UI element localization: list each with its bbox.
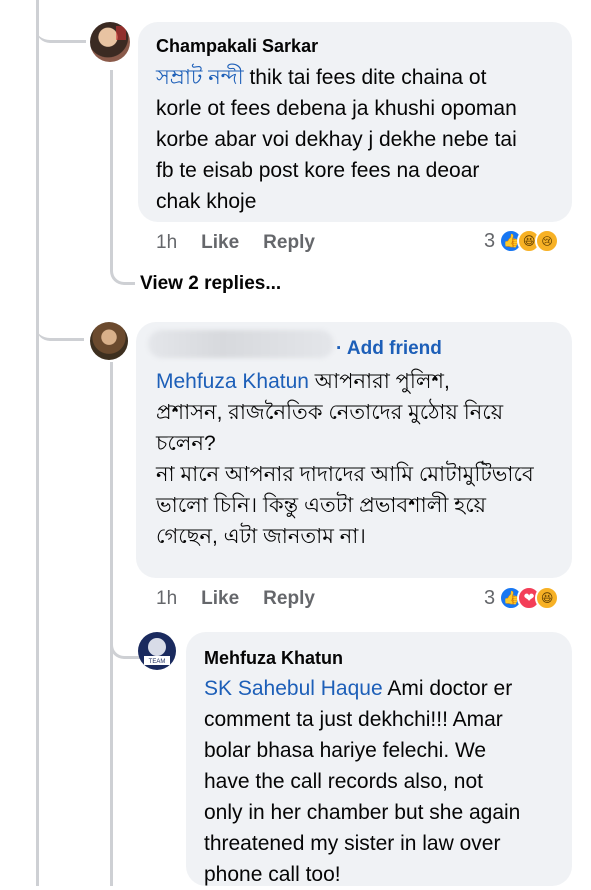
- comment-line: have the call records also, not: [204, 770, 483, 793]
- comment-line: thik tai fees dite chaina ot: [243, 66, 487, 89]
- comment-line: Ami doctor er: [382, 677, 513, 700]
- comment-timestamp[interactable]: 1h: [156, 588, 177, 610]
- comment-line: fb te eisab post kore fees na deoar: [156, 159, 480, 182]
- avatar-text: TEAM: [149, 659, 166, 665]
- sad-reaction-icon: 😢: [535, 229, 560, 253]
- avatar-image: [116, 26, 126, 40]
- comment-actions-2: 1h Like Reply: [156, 588, 315, 610]
- comment-text: SK Sahebul Haque Ami doctor er comment t…: [204, 673, 568, 890]
- avatar-hidden-user[interactable]: [90, 322, 128, 360]
- view-replies-link[interactable]: View 2 replies...: [140, 273, 281, 295]
- comment-line: ভালো চিনি। কিন্তু এতটা প্রভাবশালী হয়ে: [156, 494, 487, 517]
- reply-button[interactable]: Reply: [263, 588, 315, 610]
- like-button[interactable]: Like: [201, 232, 239, 254]
- comment-line: আপনারা পুলিশ,: [308, 370, 450, 393]
- comment-line: threatened my sister in law over: [204, 832, 501, 855]
- redacted-author-name: [148, 330, 334, 358]
- avatar-image: TEAM: [144, 638, 170, 665]
- comment-author[interactable]: Champakali Sarkar: [156, 36, 318, 57]
- comment-line: korbe abar voi dekhay j dekhe nebe tai: [156, 128, 517, 151]
- comment-actions-1: 1h Like Reply: [156, 232, 315, 254]
- comment-timestamp[interactable]: 1h: [156, 232, 177, 254]
- reaction-summary-1[interactable]: 3 👍 😆 😢: [484, 229, 560, 253]
- like-button[interactable]: Like: [201, 588, 239, 610]
- thread-line-replies-1: [110, 70, 113, 270]
- comment-text: সম্রাট নন্দী thik tai fees dite chaina o…: [156, 62, 566, 217]
- comment-text: Mehfuza Khatun আপনারা পুলিশ, প্রশাসন, রা…: [156, 366, 566, 552]
- mention-link[interactable]: SK Sahebul Haque: [204, 677, 383, 700]
- thread-line-main: [36, 0, 39, 886]
- comment-line: প্রশাসন, রাজনৈতিক নেতাদের মুঠোয় নিয়ে: [156, 401, 504, 424]
- comment-line: chak khoje: [156, 190, 257, 213]
- thread-elbow-view-replies: [110, 252, 135, 285]
- mention-link[interactable]: Mehfuza Khatun: [156, 370, 309, 393]
- comment-line: korle ot fees debena ja khushi opoman: [156, 97, 517, 120]
- haha-reaction-icon: 😆: [535, 586, 560, 610]
- reaction-count: 3: [484, 229, 496, 252]
- comment-line: bolar bhasa hariye felechi. We: [204, 739, 487, 762]
- comment-bubble-1: Champakali Sarkar সম্রাট নন্দী thik tai …: [138, 22, 572, 222]
- thread-elbow-2: [36, 300, 84, 341]
- thread-elbow-3: [110, 616, 141, 659]
- reaction-summary-2[interactable]: 3 👍 ❤ 😆: [484, 586, 560, 610]
- reply-button[interactable]: Reply: [263, 232, 315, 254]
- comment-author[interactable]: Mehfuza Khatun: [204, 648, 343, 669]
- comment-line: গেছেন, এটা জানতাম না।: [156, 525, 366, 548]
- avatar-mehfuza[interactable]: TEAM: [138, 632, 176, 670]
- comment-bubble-2: · Add friend Mehfuza Khatun আপনারা পুলিশ…: [136, 322, 572, 578]
- comment-line: চলেন?: [156, 432, 216, 455]
- comment-bubble-3: Mehfuza Khatun SK Sahebul Haque Ami doct…: [186, 632, 572, 886]
- comment-line: comment ta just dekhchi!!! Amar: [204, 708, 503, 731]
- reaction-count: 3: [484, 586, 496, 609]
- avatar-champakali[interactable]: [90, 22, 130, 62]
- thread-elbow-1: [36, 0, 86, 43]
- comment-line: phone call too!: [204, 863, 341, 886]
- mention-link[interactable]: সম্রাট নন্দী: [156, 66, 244, 89]
- comment-line: না মানে আপনার দাদাদের আমি মোটামুটিভাবে: [156, 463, 534, 486]
- comment-line: only in her chamber but she again: [204, 801, 521, 824]
- add-friend-link[interactable]: · Add friend: [336, 338, 442, 360]
